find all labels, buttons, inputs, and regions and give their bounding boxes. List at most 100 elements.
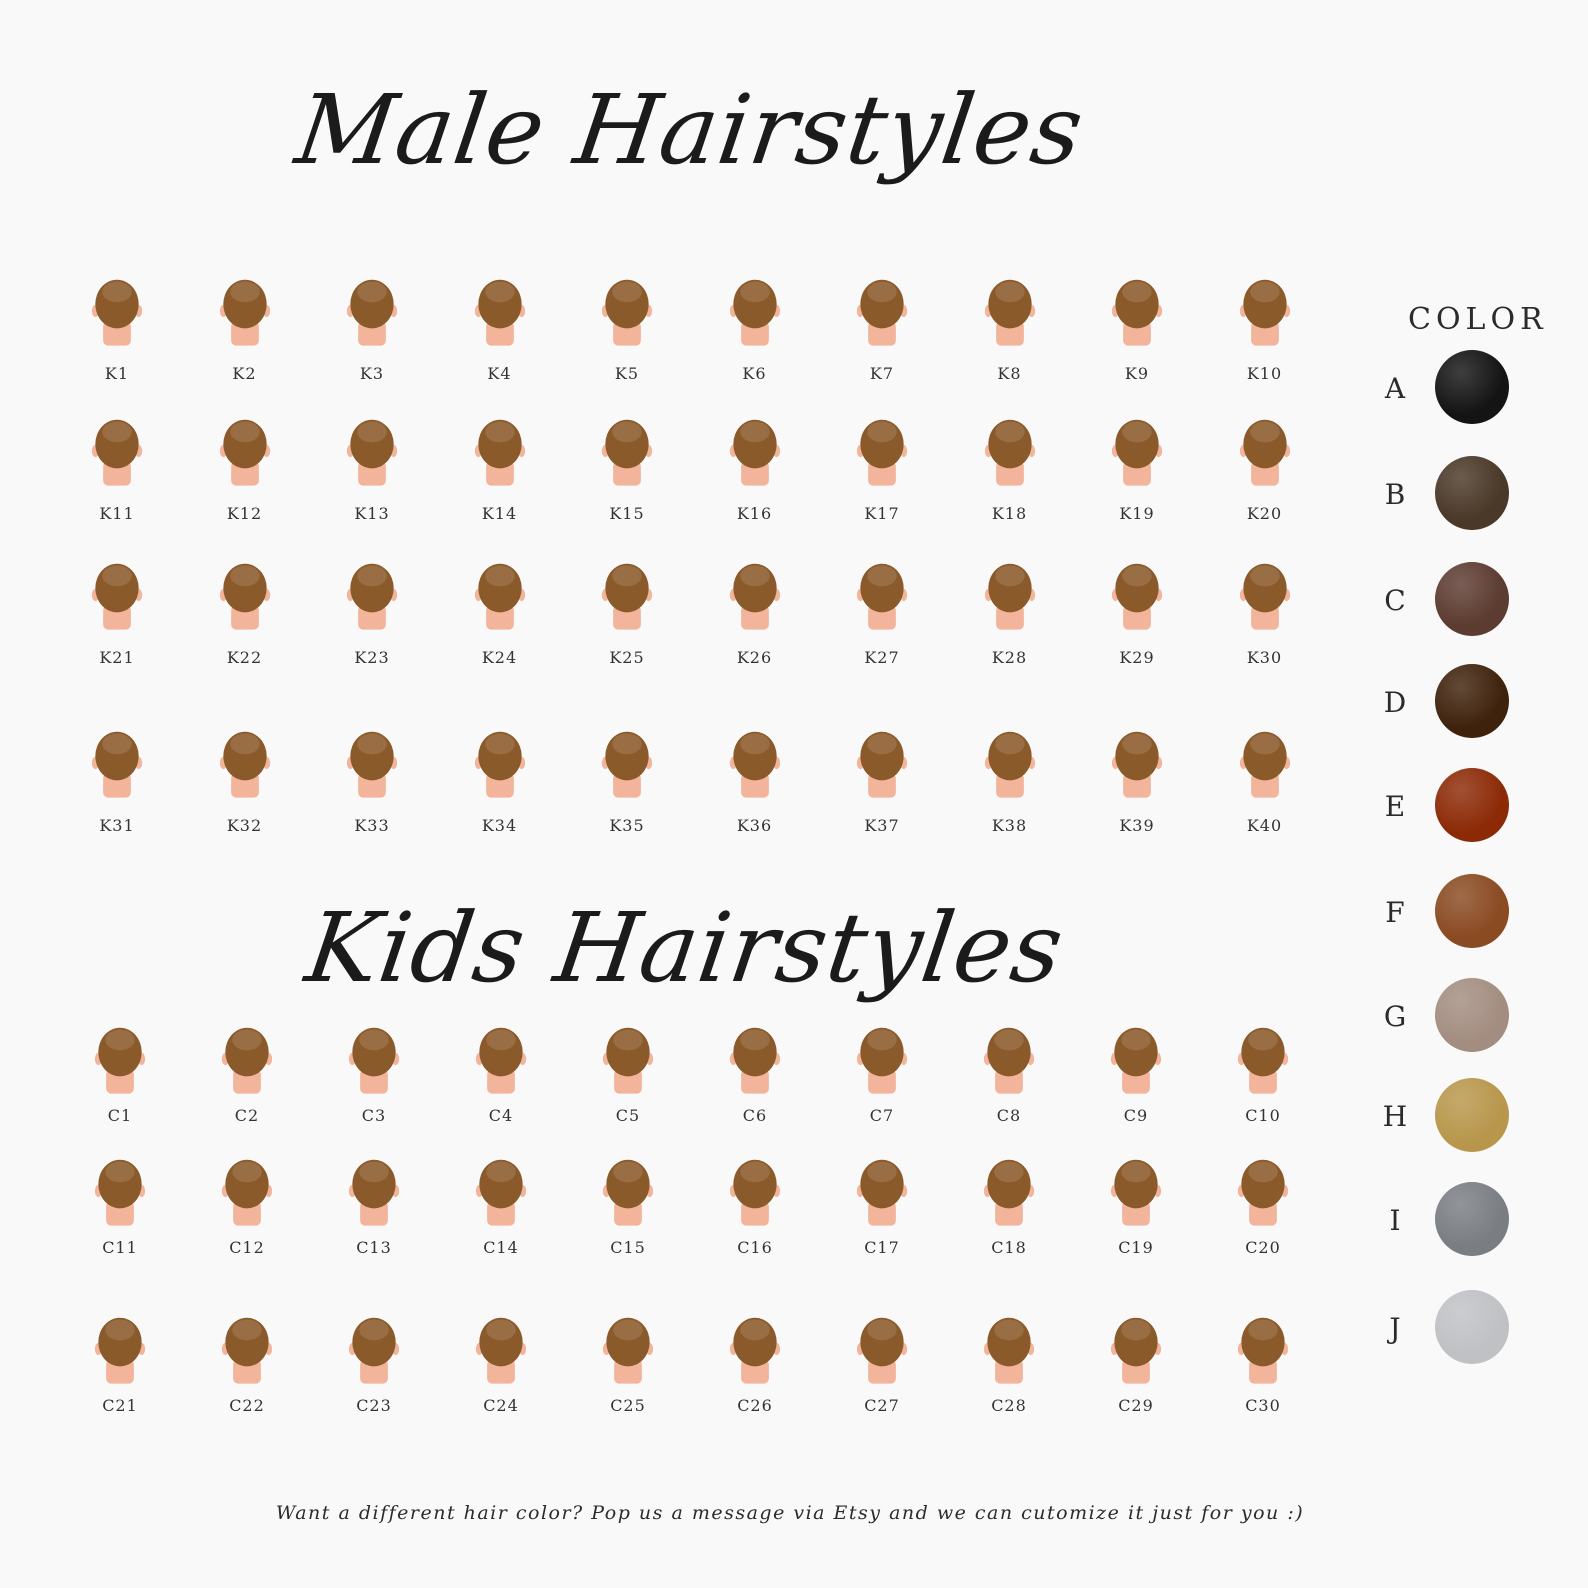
hairstyle-illustration (219, 722, 271, 804)
color-option-g: G (1380, 978, 1580, 1058)
color-option-d: D (1380, 664, 1580, 744)
color-option-e: E (1380, 768, 1580, 848)
kids-style-item-c28: C28 (949, 1312, 1069, 1452)
kids-style-item-c16: C16 (695, 1154, 815, 1294)
hairstyle-illustration (984, 410, 1036, 492)
hairstyle-illustration (91, 722, 143, 804)
hairstyle-label: K12 (226, 504, 263, 523)
hairstyle-illustration (221, 1154, 273, 1228)
hairstyle-label: K15 (609, 504, 645, 523)
hairstyle-illustration (219, 410, 271, 492)
color-swatch (1435, 350, 1509, 424)
hairstyle-illustration (856, 410, 908, 492)
hairstyle-label: K17 (864, 504, 900, 523)
color-letter: E (1384, 790, 1406, 823)
male-style-item-k17: K17 (822, 410, 942, 550)
male-style-item-k2: K2 (185, 270, 305, 410)
hairstyle-label: K8 (997, 364, 1022, 383)
color-swatch (1435, 456, 1509, 530)
kids-style-item-c24: C24 (441, 1312, 561, 1452)
color-option-c: C (1380, 562, 1580, 642)
male-style-item-k15: K15 (567, 410, 687, 550)
color-option-a: A (1380, 350, 1580, 430)
hairstyle-label: C6 (742, 1106, 768, 1125)
hairstyle-label: K22 (226, 648, 263, 667)
hairstyle-label: K20 (1246, 504, 1283, 523)
hairstyle-illustration (983, 1312, 1035, 1386)
male-style-item-k7: K7 (822, 270, 942, 410)
color-option-j: J (1380, 1290, 1580, 1370)
hairstyle-illustration (984, 270, 1036, 352)
male-style-item-k12: K12 (185, 410, 305, 550)
color-letter: G (1383, 1000, 1407, 1033)
hairstyle-illustration (602, 1312, 654, 1386)
hairstyle-label: C5 (615, 1106, 641, 1125)
male-style-item-k1: K1 (57, 270, 177, 410)
kids-style-item-c2: C2 (187, 1022, 307, 1162)
color-letter: I (1389, 1204, 1401, 1237)
hairstyle-illustration (1111, 410, 1163, 492)
color-letter: B (1384, 478, 1406, 511)
hairstyle-label: C4 (488, 1106, 514, 1125)
male-style-item-k25: K25 (567, 554, 687, 694)
male-hairstyles-title: Male Hairstyles (289, 74, 1091, 186)
color-letter: D (1383, 686, 1407, 719)
male-style-item-k22: K22 (185, 554, 305, 694)
hairstyle-illustration (475, 1312, 527, 1386)
hairstyle-label: K36 (736, 816, 773, 835)
male-style-item-k26: K26 (695, 554, 815, 694)
hairstyle-illustration (984, 554, 1036, 636)
hairstyle-label: K10 (1246, 364, 1283, 383)
hairstyle-illustration (346, 554, 398, 636)
hairstyle-label: K40 (1246, 816, 1283, 835)
kids-style-item-c9: C9 (1076, 1022, 1196, 1162)
hairstyle-illustration (729, 1022, 781, 1096)
hairstyle-illustration (601, 554, 653, 636)
hairstyle-illustration (348, 1312, 400, 1386)
kids-style-item-c30: C30 (1203, 1312, 1323, 1452)
hairstyle-label: K30 (1246, 648, 1283, 667)
kids-style-item-c10: C10 (1203, 1022, 1323, 1162)
color-option-b: B (1380, 456, 1580, 536)
hairstyle-illustration (729, 1154, 781, 1228)
male-style-item-k23: K23 (312, 554, 432, 694)
hairstyle-label: C8 (996, 1106, 1022, 1125)
hairstyle-illustration (348, 1154, 400, 1228)
color-letter: C (1384, 584, 1406, 617)
hairstyle-label: C15 (610, 1238, 646, 1257)
hairstyle-illustration (983, 1154, 1035, 1228)
hairstyle-label: C22 (229, 1396, 265, 1415)
hairstyle-illustration (1239, 410, 1291, 492)
hairstyle-label: C21 (102, 1396, 138, 1415)
male-style-item-k37: K37 (822, 722, 942, 862)
male-style-item-k6: K6 (695, 270, 815, 410)
color-letter: H (1382, 1100, 1408, 1133)
hairstyle-label: C10 (1245, 1106, 1281, 1125)
hairstyle-illustration (474, 722, 526, 804)
hairstyle-label: C3 (361, 1106, 387, 1125)
hairstyle-label: C20 (1245, 1238, 1281, 1257)
hairstyle-label: K21 (99, 648, 135, 667)
hairstyle-illustration (856, 270, 908, 352)
kids-style-item-c17: C17 (822, 1154, 942, 1294)
hairstyle-label: C13 (356, 1238, 392, 1257)
hairstyle-illustration (1239, 270, 1291, 352)
hairstyle-illustration (601, 410, 653, 492)
hairstyle-illustration (219, 554, 271, 636)
hairstyle-illustration (1239, 722, 1291, 804)
hairstyle-illustration (1110, 1312, 1162, 1386)
male-style-item-k28: K28 (950, 554, 1070, 694)
hairstyle-illustration (856, 554, 908, 636)
hairstyle-illustration (94, 1154, 146, 1228)
male-style-item-k13: K13 (312, 410, 432, 550)
male-style-item-k35: K35 (567, 722, 687, 862)
color-swatch (1435, 978, 1509, 1052)
hairstyle-illustration (94, 1022, 146, 1096)
hairstyle-label: K37 (864, 816, 900, 835)
kids-style-item-c5: C5 (568, 1022, 688, 1162)
male-style-item-k31: K31 (57, 722, 177, 862)
hairstyle-illustration (1111, 554, 1163, 636)
hairstyle-illustration (94, 1312, 146, 1386)
hairstyle-illustration (1111, 722, 1163, 804)
kids-style-item-c14: C14 (441, 1154, 561, 1294)
